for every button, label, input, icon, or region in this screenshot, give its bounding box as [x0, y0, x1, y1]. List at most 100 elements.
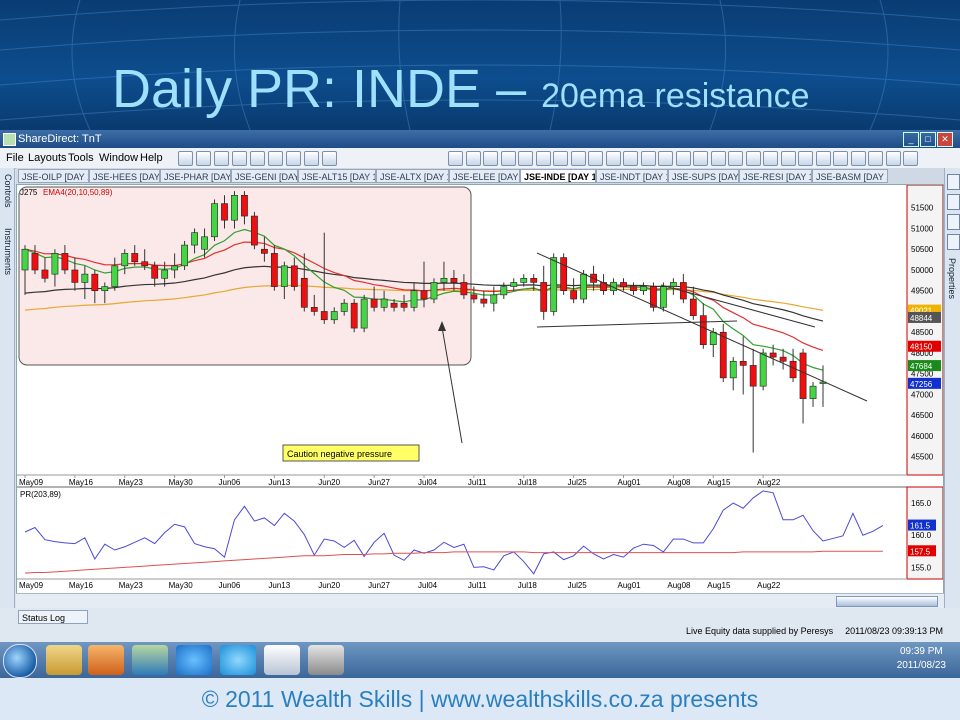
toolbar-button-icon[interactable] [500, 151, 516, 166]
toolbar-button-icon[interactable] [448, 151, 463, 166]
annotation-text: Caution negative pressure [287, 449, 392, 459]
toolbar-button-icon[interactable] [483, 151, 498, 166]
toolbar-button-icon[interactable] [903, 151, 918, 166]
chart-tab[interactable]: JSE-OILP [DAY 1] [18, 169, 89, 183]
status-log-tab[interactable]: Status Log [18, 610, 88, 624]
slide-title-main: Daily PR: INDE – [112, 59, 542, 119]
menu-help[interactable]: Help [140, 152, 163, 164]
pr-x-label: Jun13 [268, 581, 290, 590]
toolbar-button-icon[interactable] [623, 151, 638, 166]
chart-tab[interactable]: JSE-INDT [DAY 1] [596, 169, 668, 183]
candle-body [630, 286, 637, 292]
toolbar-button-icon[interactable] [196, 151, 211, 166]
toolbar-button-icon[interactable] [322, 151, 337, 166]
toolbar-button-icon[interactable] [553, 151, 568, 166]
chart-tab[interactable]: JSE-ALT15 [DAY 1] [298, 169, 376, 183]
explorer-folder-icon[interactable] [46, 645, 82, 675]
controls-tab[interactable]: Controls [1, 174, 13, 208]
toolbar-button-icon[interactable] [286, 151, 301, 166]
pr-x-label: Jul11 [468, 581, 487, 590]
candle-body [251, 215, 258, 246]
toolbar-button-icon[interactable] [815, 151, 831, 166]
chart-tab[interactable]: JSE-GENI [DAY 1] [231, 169, 298, 183]
toolbar-button-icon[interactable] [178, 151, 193, 166]
media-player-icon[interactable] [88, 645, 124, 675]
candle-body [380, 298, 388, 308]
toolbar-button-icon[interactable] [518, 151, 533, 166]
chart-tab[interactable]: JSE-HEES [DAY 1] [89, 169, 160, 183]
toolbar-button-icon[interactable] [868, 151, 883, 166]
internet-explorer-icon[interactable] [176, 645, 212, 675]
clock-date: 2011/08/23 [896, 660, 946, 671]
candle-body [570, 290, 578, 300]
toolbar-button-icon[interactable] [588, 151, 603, 166]
maximize-button[interactable]: □ [920, 132, 936, 147]
candle-body [699, 315, 707, 345]
start-button[interactable] [3, 644, 37, 678]
drawing-tool-icon[interactable] [947, 194, 960, 210]
sharedirect-window: ShareDirect: TnT _ □ ✕ File Layouts Tool… [0, 130, 960, 642]
pdf-viewer-icon[interactable] [264, 645, 300, 675]
close-button[interactable]: ✕ [937, 132, 953, 147]
toolbar-button-icon[interactable] [640, 151, 656, 166]
toolbar-button-icon[interactable] [833, 151, 848, 166]
app-launcher-icon[interactable] [132, 645, 168, 675]
toolbar-button-icon[interactable] [214, 151, 229, 166]
left-sidebar: Controls Instruments [0, 168, 15, 628]
properties-tab[interactable]: Properties [947, 258, 957, 299]
toolbar-button-icon[interactable] [780, 151, 796, 166]
toolbar-button-icon[interactable] [675, 151, 691, 166]
toolbar-button-icon[interactable] [745, 151, 761, 166]
indicator-label: EMA4(20,10,50,89) [43, 188, 113, 197]
toolbar-button-icon[interactable] [728, 151, 743, 166]
toolbar-button-icon[interactable] [570, 151, 586, 166]
candle-body [709, 331, 717, 345]
instruments-tab[interactable]: Instruments [1, 228, 13, 275]
menu-layouts[interactable]: Layouts [28, 152, 67, 164]
toolbar-button-icon[interactable] [710, 151, 726, 166]
sharedirect-taskbar-icon[interactable] [308, 645, 344, 675]
menu-tools[interactable]: Tools [68, 152, 94, 164]
toolbar-button-icon[interactable] [232, 151, 247, 166]
toolbar-button-icon[interactable] [885, 151, 901, 166]
pr-x-label: May23 [119, 581, 144, 590]
toolbar-button-icon[interactable] [268, 151, 283, 166]
drawing-tool-icon[interactable] [947, 214, 960, 230]
price-tick-label: 48500 [911, 328, 934, 337]
toolbar-button-icon[interactable] [465, 151, 481, 166]
candle-body [540, 282, 548, 312]
candle-body [520, 277, 528, 283]
candle-body [330, 311, 338, 321]
chart-horizontal-scrollbar[interactable] [16, 593, 944, 608]
candle-body [450, 277, 458, 283]
toolbar-button-icon[interactable] [605, 151, 621, 166]
price-x-label: Jul04 [418, 478, 438, 487]
system-clock[interactable]: 09:39 PM 2011/08/23 [897, 645, 946, 673]
chart-tab[interactable]: JSE-SUPS [DAY 1] [668, 169, 739, 183]
toolbar-button-icon[interactable] [304, 151, 319, 166]
menu-window[interactable]: Window [99, 152, 138, 164]
chart-tab[interactable]: JSE-ALTX [DAY 1] [376, 169, 449, 183]
toolbar-button-icon[interactable] [658, 151, 673, 166]
toolbar-button-icon[interactable] [763, 151, 778, 166]
zoom-controls[interactable] [836, 596, 938, 607]
price-x-label: May16 [69, 478, 94, 487]
drawing-tool-icon[interactable] [947, 174, 960, 190]
skype-icon[interactable] [220, 645, 256, 675]
toolbar-button-icon[interactable] [693, 151, 708, 166]
toolbar-button-icon[interactable] [850, 151, 866, 166]
drawing-tool-icon[interactable] [947, 234, 960, 250]
chart-canvas[interactable]: J275 EMA4(20,10,50,89) 45500 46000 46500 4700… [17, 184, 944, 593]
toolbar-button-icon[interactable] [798, 151, 813, 166]
chart-tab[interactable]: JSE-PHAR [DAY 1] [160, 169, 231, 183]
chart-tab[interactable]: JSE-BASM [DAY 1] [812, 169, 888, 183]
price-x-label: May30 [169, 478, 194, 487]
chart-tab[interactable]: JSE-RESI [DAY 1] [739, 169, 812, 183]
minimize-button[interactable]: _ [903, 132, 919, 147]
toolbar-button-icon[interactable] [250, 151, 265, 166]
toolbar-button-icon[interactable] [535, 151, 551, 166]
chart-tab[interactable]: JSE-INDE [DAY 1] [520, 169, 596, 183]
candle-body [270, 253, 278, 287]
chart-tab[interactable]: JSE-ELEE [DAY 1] [449, 169, 520, 183]
menu-file[interactable]: File [6, 152, 24, 164]
